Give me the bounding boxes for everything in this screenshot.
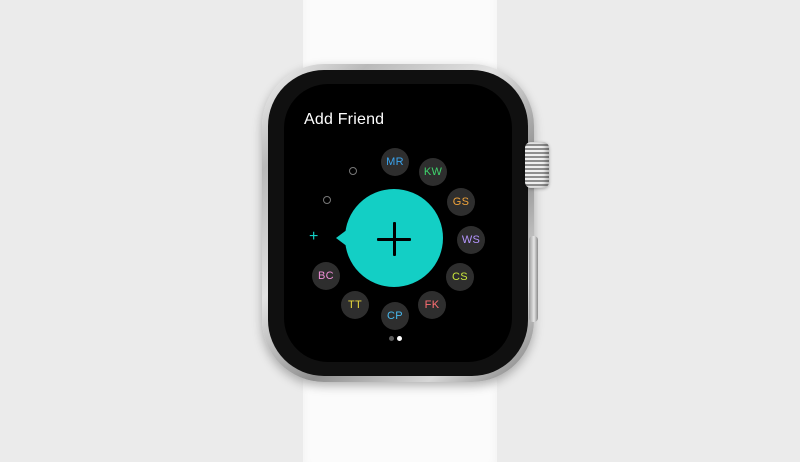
friend-tt[interactable]: TT (341, 291, 369, 319)
friend-fk[interactable]: FK (418, 291, 446, 319)
friend-ws[interactable]: WS (457, 226, 485, 254)
page-dot-2-active (397, 336, 402, 341)
friend-cs[interactable]: CS (446, 263, 474, 291)
friend-initials: KW (423, 166, 443, 178)
small-plus-icon[interactable]: + (309, 229, 318, 245)
friend-initials: FK (424, 299, 440, 311)
friend-initials: MR (386, 156, 404, 168)
friend-bc[interactable]: BC (312, 262, 340, 290)
friend-initials: BC (318, 270, 334, 282)
friend-initials: CS (452, 271, 468, 283)
friend-initials: CP (387, 310, 403, 322)
page-title: Add Friend (304, 111, 385, 128)
page-dot-1 (389, 336, 394, 341)
friend-initials: GS (452, 196, 470, 208)
side-button[interactable] (529, 236, 538, 322)
friend-initials: TT (347, 299, 363, 311)
friend-kw[interactable]: KW (419, 158, 447, 186)
digital-crown[interactable] (525, 142, 549, 188)
empty-friend-slot[interactable] (323, 196, 331, 204)
friend-cp[interactable]: CP (381, 302, 409, 330)
friend-initials: WS (461, 234, 481, 246)
friend-mr[interactable]: MR (381, 148, 409, 176)
friend-gs[interactable]: GS (447, 188, 475, 216)
empty-friend-slot[interactable] (349, 167, 357, 175)
plus-icon (377, 222, 411, 256)
